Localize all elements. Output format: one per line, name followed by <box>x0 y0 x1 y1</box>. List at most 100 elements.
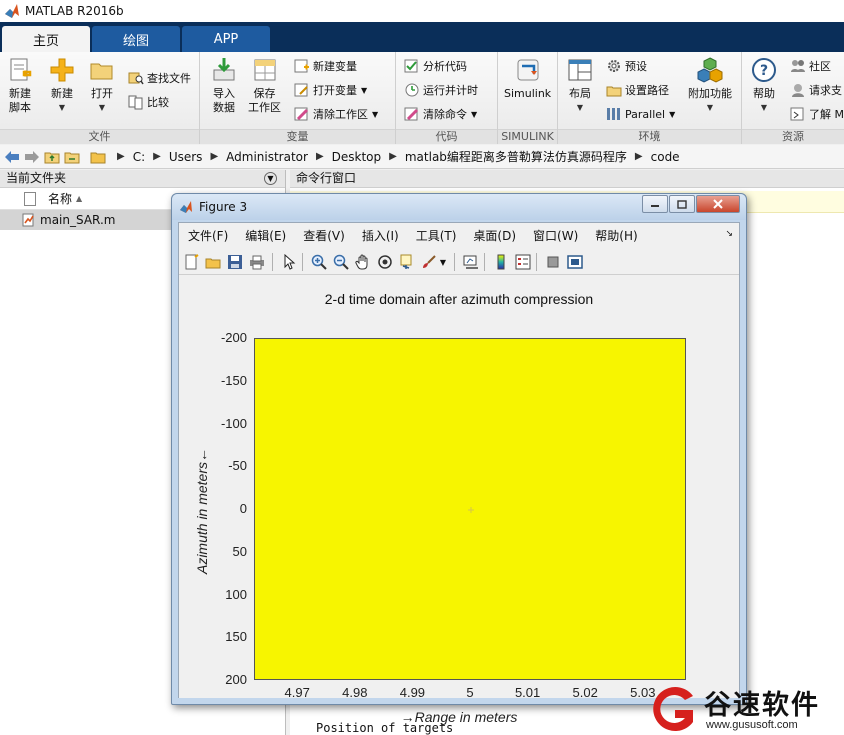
print-figure-button[interactable] <box>248 253 266 271</box>
new-button[interactable]: 新建 ▼ <box>48 56 76 115</box>
pan-hand-icon <box>355 254 368 270</box>
run-and-time-button[interactable]: 运行并计时 <box>404 82 478 98</box>
y-tick-label: -150 <box>220 372 247 388</box>
parallel-button[interactable]: Parallel ▼ <box>606 106 675 122</box>
save-figure-button[interactable] <box>226 253 244 271</box>
community-button[interactable]: 社区 <box>790 58 831 74</box>
compare-button[interactable]: 比较 <box>128 94 169 110</box>
y-tick-label: -100 <box>220 415 247 431</box>
pan-button[interactable] <box>354 253 372 271</box>
forward-arrow-icon[interactable] <box>23 148 41 166</box>
up-folder-icon[interactable] <box>43 148 61 166</box>
chevron-down-icon: ▼ <box>576 103 584 112</box>
import-data-icon <box>213 58 235 81</box>
brush-dropdown[interactable]: ▼ <box>438 253 448 271</box>
set-path-icon <box>606 86 622 97</box>
addons-button[interactable]: 附加功能 ▼ <box>688 56 732 115</box>
simulink-button[interactable]: Simulink <box>504 56 551 101</box>
rotate-3d-button[interactable] <box>376 253 394 271</box>
new-script-button[interactable]: 新建 脚本 <box>6 56 34 115</box>
save-workspace-icon <box>254 59 275 81</box>
chevron-down-icon: ▼ <box>98 103 106 112</box>
link-plot-button[interactable] <box>462 253 480 271</box>
breadcrumb-users[interactable]: Users <box>169 150 203 164</box>
brush-button[interactable] <box>420 253 438 271</box>
hide-plot-tools-button[interactable] <box>544 253 562 271</box>
menu-tools[interactable]: 工具(T) <box>416 227 457 244</box>
request-support-button[interactable]: 请求支 <box>790 82 842 98</box>
y-tick-label: 0 <box>239 501 247 516</box>
group-title-variable: 变量 <box>200 129 395 144</box>
breadcrumb-administrator[interactable]: Administrator <box>226 150 308 164</box>
menu-help[interactable]: 帮助(H) <box>595 227 637 244</box>
save-workspace-button[interactable]: 保存 工作区 <box>248 56 281 115</box>
menu-desktop[interactable]: 桌面(D) <box>473 227 516 244</box>
file-name: main_SAR.m <box>40 213 116 227</box>
panel-menu-icon[interactable]: ▼ <box>264 172 277 185</box>
analyze-code-button[interactable]: 分析代码 <box>404 58 467 74</box>
menu-edit[interactable]: 编辑(E) <box>245 227 286 244</box>
maximize-button[interactable] <box>669 195 695 213</box>
tab-apps[interactable]: APP <box>182 26 270 52</box>
figure-titlebar[interactable]: Figure 3 <box>172 194 746 220</box>
plot-title: 2-d time domain after azimuth compressio… <box>324 291 594 307</box>
close-button[interactable] <box>696 195 740 213</box>
help-button[interactable]: ? 帮助 ▼ <box>750 56 778 115</box>
tab-home[interactable]: 主页 <box>2 26 90 52</box>
show-plot-tools-button[interactable] <box>566 253 584 271</box>
addons-cubes-icon <box>697 57 723 83</box>
new-variable-icon <box>294 59 309 73</box>
open-file-button[interactable] <box>204 253 222 271</box>
new-figure-button[interactable] <box>182 253 200 271</box>
open-button[interactable]: 打开 ▼ <box>88 56 116 115</box>
x-tick-label: 4.99 <box>399 685 426 700</box>
find-files-icon <box>128 72 144 85</box>
y-tick-label: 200 <box>225 672 247 687</box>
toolbar-separator <box>454 253 455 271</box>
ribbon-tabs: 主页 绘图 APP <box>0 22 844 52</box>
menu-file[interactable]: 文件(F) <box>188 227 228 244</box>
open-variable-icon <box>294 83 308 97</box>
new-variable-button[interactable]: 新建变量 <box>294 58 357 74</box>
insert-legend-button[interactable] <box>514 253 532 271</box>
back-arrow-icon[interactable] <box>3 148 21 166</box>
preferences-button[interactable]: 预设 <box>606 58 647 74</box>
set-path-button[interactable]: 设置路径 <box>606 82 669 98</box>
clear-workspace-button[interactable]: 清除工作区 ▼ <box>294 106 378 122</box>
x-tick-label: 4.98 <box>342 685 368 700</box>
breadcrumb-separator: ▶ <box>315 151 324 162</box>
y-tick-label: 50 <box>232 543 247 559</box>
y-tick-label: -50 <box>228 458 247 474</box>
zoom-in-button[interactable] <box>310 253 328 271</box>
app-titlebar: MATLAB R2016b <box>0 0 844 22</box>
colorbar-icon <box>497 254 505 270</box>
chevron-down-icon: ▼ <box>361 85 368 95</box>
insert-colorbar-button[interactable] <box>492 253 510 271</box>
edit-plot-button[interactable] <box>280 253 298 271</box>
tab-plots[interactable]: 绘图 <box>92 26 180 52</box>
find-files-button[interactable]: 查找文件 <box>128 70 191 86</box>
breadcrumb-c[interactable]: C: <box>133 150 145 164</box>
menu-view[interactable]: 查看(V) <box>303 227 345 244</box>
layout-button[interactable]: 布局 ▼ <box>566 56 594 115</box>
simulink-icon <box>517 59 539 81</box>
x-tick-label: 4.97 <box>284 685 310 700</box>
clear-commands-button[interactable]: 清除命令 ▼ <box>404 106 477 122</box>
import-data-button[interactable]: 导入 数据 <box>210 56 238 115</box>
open-variable-button[interactable]: 打开变量 ▼ <box>294 82 367 98</box>
data-cursor-button[interactable] <box>398 253 416 271</box>
menu-window[interactable]: 窗口(W) <box>533 227 578 244</box>
breadcrumb-code[interactable]: code <box>651 150 680 164</box>
plot-area[interactable] <box>254 338 686 680</box>
ribbon-group-environment: 布局 ▼ 预设 设置路径 Parallel ▼ 附加功能 ▼ 环境 <box>558 52 742 144</box>
dock-arrow-icon[interactable]: ↘ <box>725 229 733 239</box>
minimize-button[interactable] <box>642 195 668 213</box>
browse-folder-icon[interactable] <box>63 148 81 166</box>
breadcrumb-desktop[interactable]: Desktop <box>332 150 382 164</box>
zoom-out-button[interactable] <box>332 253 350 271</box>
x-tick-label: 5.01 <box>514 685 541 700</box>
learn-matlab-button[interactable]: 了解 M <box>790 106 844 122</box>
menu-insert[interactable]: 插入(I) <box>362 227 399 244</box>
breadcrumb-project-folder[interactable]: matlab编程距离多普勒算法仿真源码程序 <box>405 148 627 165</box>
figure-window[interactable]: Figure 3 文件(F) 编辑(E) 查看(V) 插入(I) 工具(T) 桌… <box>171 193 747 725</box>
